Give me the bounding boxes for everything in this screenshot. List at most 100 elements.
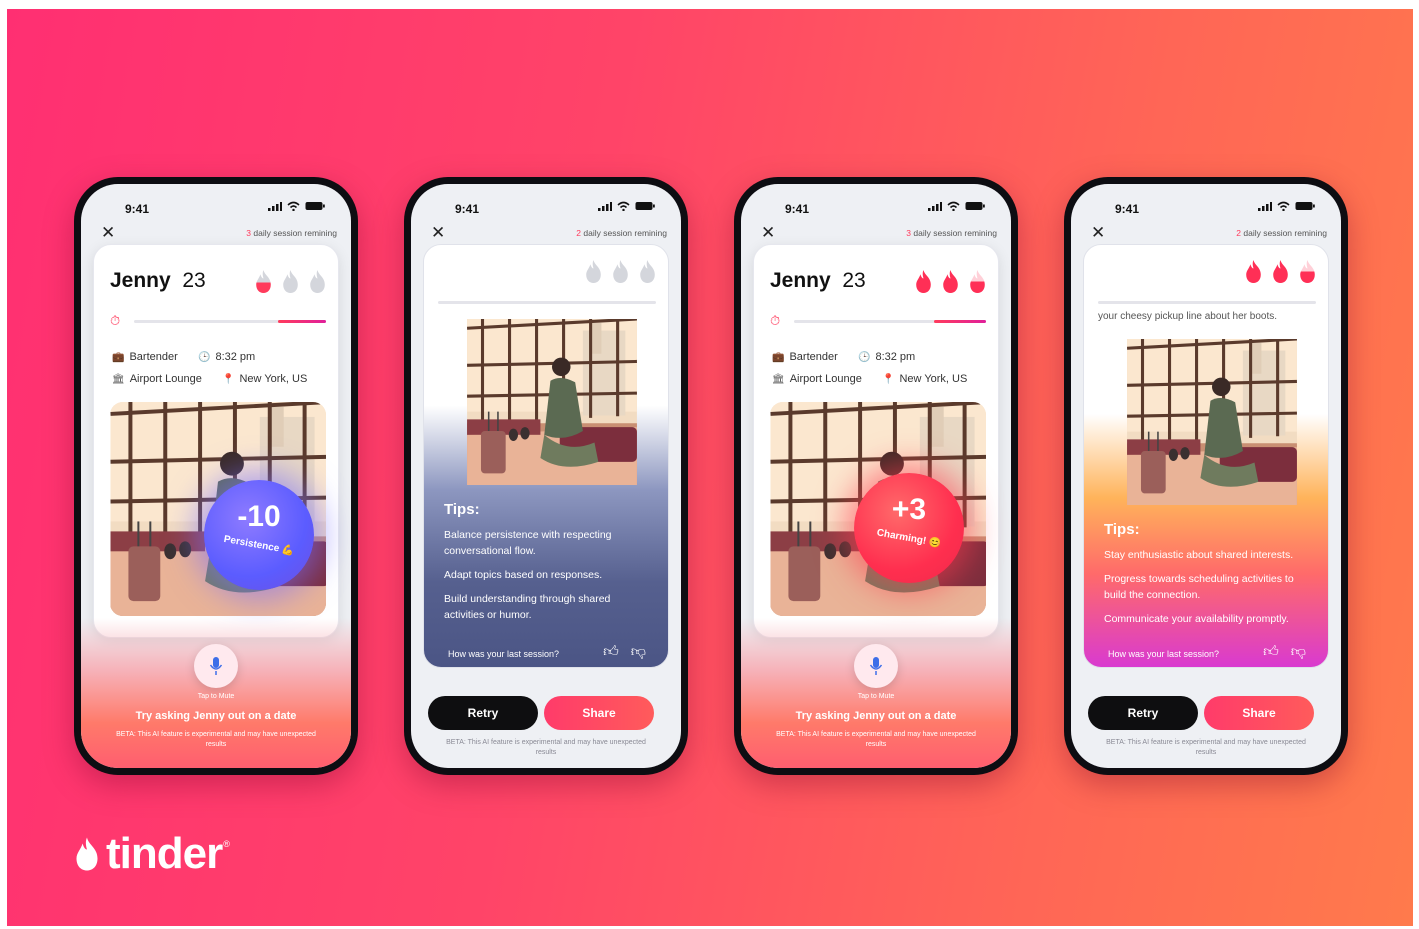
tips-card: your cheesy pickup line about her boots.…	[1083, 244, 1329, 668]
share-button[interactable]: Share	[544, 696, 654, 730]
tinder-flame-logo	[72, 836, 102, 872]
phone-1: 9:41 ✕ 3 daily session remining Jenny 23…	[74, 177, 358, 775]
tip-item: Communicate your availability promptly.	[1104, 613, 1289, 625]
tip-item: Balance persistence with respecting conv…	[444, 529, 612, 557]
job-meta: 💼 Bartender	[772, 351, 838, 363]
time-meta: 🕒 8:32 pm	[858, 351, 915, 363]
close-icon[interactable]: ✕	[1091, 224, 1105, 241]
sessions-count: 2	[1236, 228, 1241, 238]
close-icon[interactable]: ✕	[761, 224, 775, 241]
retry-button[interactable]: Retry	[1088, 696, 1198, 730]
profile-card: Jenny 23 ⏱ 💼 Bartender 🕒 8:32 pm 🏛 Airport …	[753, 244, 999, 638]
beta-disclaimer: BETA: This AI feature is experimental an…	[1106, 739, 1306, 756]
timer-progress	[1098, 301, 1316, 304]
wifi-icon	[287, 201, 300, 211]
score-bubble: +3 Charming! 😊	[854, 473, 964, 583]
thumbs-down-icon[interactable]: 👎︎	[631, 643, 646, 661]
building-icon: 🏛	[112, 373, 125, 385]
share-button[interactable]: Share	[1204, 696, 1314, 730]
signal-icon	[268, 201, 282, 211]
flame-icon	[1270, 259, 1291, 284]
status-time: 9:41	[455, 202, 480, 216]
signal-icon	[928, 201, 942, 211]
battery-icon	[1295, 202, 1315, 210]
scene-image	[1098, 339, 1314, 505]
close-icon[interactable]: ✕	[101, 224, 115, 241]
timer-progress	[438, 301, 656, 304]
feedback-question: How was your last session?	[1108, 649, 1220, 659]
promo-banner: 9:41 ✕ 3 daily session remining Jenny 23…	[7, 9, 1413, 926]
clock-icon: 🕒	[858, 351, 871, 363]
thumbs-up-icon[interactable]: 👍︎	[603, 643, 619, 661]
status-icons	[1258, 201, 1315, 211]
profile-age: 23	[182, 269, 206, 292]
prompt-text: Try asking Jenny out on a date	[135, 710, 297, 722]
retry-button[interactable]: Retry	[428, 696, 538, 730]
score-label: Persistence 💪	[222, 533, 296, 558]
profile-age: 23	[842, 269, 866, 292]
clock-icon: 🕒	[198, 351, 211, 363]
transcript-snippet: your cheesy pickup line about her boots.	[1098, 311, 1277, 322]
close-icon[interactable]: ✕	[431, 224, 445, 241]
beta-disclaimer: BETA: This AI feature is experimental an…	[116, 731, 316, 748]
score-value: +3	[891, 493, 927, 526]
flame-icon	[940, 269, 961, 294]
microphone-button[interactable]	[854, 644, 898, 688]
location-meta: 📍 New York, US	[882, 373, 967, 385]
mic-label: Tap to Mute	[857, 693, 895, 700]
microphone-icon	[209, 657, 223, 675]
phone-4: 9:41 ✕ 2 daily session remining your che…	[1064, 177, 1348, 775]
profile-name: Jenny	[770, 269, 831, 292]
phone-screen: 9:41 ✕ 2 daily session remining Tips: Ba…	[411, 184, 681, 768]
status-time: 9:41	[785, 202, 810, 216]
job-text: Bartender	[129, 351, 178, 363]
pin-icon: 📍	[882, 373, 895, 385]
signal-icon	[598, 201, 612, 211]
tinder-logo: tinder ®	[72, 829, 230, 879]
thumbs-down-icon[interactable]: 👎︎	[1291, 643, 1306, 661]
timer-progress	[134, 320, 326, 323]
flame-icon	[307, 269, 328, 294]
status-time: 9:41	[125, 202, 150, 216]
microphone-button[interactable]	[194, 644, 238, 688]
tips-title: Tips:	[444, 501, 480, 518]
flame-rating	[253, 269, 328, 294]
flame-icon	[1243, 259, 1264, 284]
beta-disclaimer: BETA: This AI feature is experimental an…	[446, 739, 646, 756]
flame-icon	[967, 269, 988, 294]
battery-icon	[965, 202, 985, 210]
location-meta: 📍 New York, US	[222, 373, 307, 385]
score-bubble: -10 Persistence 💪	[204, 480, 314, 590]
microphone-icon	[869, 657, 883, 675]
flame-icon	[1297, 259, 1318, 284]
sessions-count: 3	[906, 228, 911, 238]
tip-item: Progress towards scheduling activities t…	[1104, 573, 1294, 601]
wifi-icon	[1277, 201, 1290, 211]
building-icon: 🏛	[772, 373, 785, 385]
status-icons	[598, 201, 655, 211]
briefcase-icon: 💼	[112, 351, 125, 363]
place-meta: 🏛 Airport Lounge	[772, 373, 862, 385]
flame-rating	[583, 259, 658, 284]
pin-icon: 📍	[222, 373, 235, 385]
timer-progress	[794, 320, 986, 323]
location-text: New York, US	[899, 373, 968, 385]
feedback-thumbs: 👍︎ 👎︎	[1263, 643, 1306, 661]
status-time: 9:41	[1115, 202, 1140, 216]
tips-title: Tips:	[1104, 521, 1140, 538]
phone-3: 9:41 ✕ 3 daily session remining Jenny 23…	[734, 177, 1018, 775]
briefcase-icon: 💼	[772, 351, 785, 363]
sessions-remaining: 2 daily session remining	[1236, 228, 1327, 238]
beta-disclaimer: BETA: This AI feature is experimental an…	[776, 731, 976, 748]
job-text: Bartender	[789, 351, 838, 363]
thumbs-up-icon[interactable]: 👍︎	[1263, 643, 1279, 661]
status-icons	[268, 201, 325, 211]
score-value: -10	[237, 500, 281, 533]
timer-icon: ⏱	[110, 313, 121, 328]
tip-item: Stay enthusiastic about shared interests…	[1104, 549, 1294, 561]
battery-icon	[635, 202, 655, 210]
phone-screen: 9:41 ✕ 2 daily session remining your che…	[1071, 184, 1341, 768]
feedback-question: How was your last session?	[448, 649, 560, 659]
score-label: Charming! 😊	[875, 527, 943, 550]
sessions-label: daily session remining	[1243, 228, 1327, 238]
